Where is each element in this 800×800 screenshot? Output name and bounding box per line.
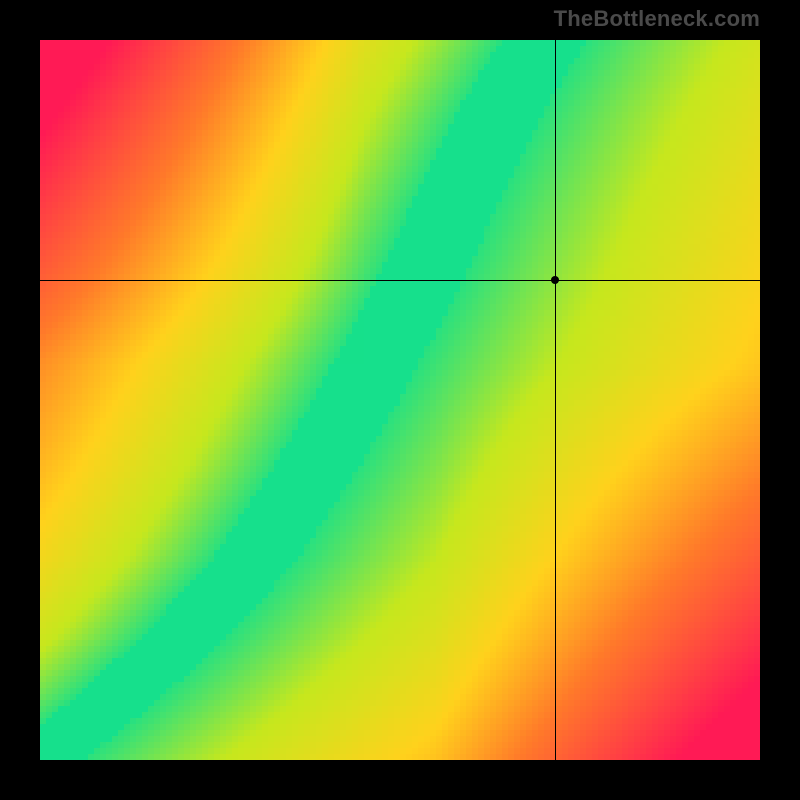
heatmap-plot bbox=[40, 40, 760, 760]
chart-frame: TheBottleneck.com bbox=[0, 0, 800, 800]
heatmap-canvas bbox=[40, 40, 760, 760]
crosshair-vertical bbox=[555, 40, 556, 760]
watermark-text: TheBottleneck.com bbox=[554, 6, 760, 32]
selection-marker bbox=[551, 276, 559, 284]
crosshair-horizontal bbox=[40, 280, 760, 281]
